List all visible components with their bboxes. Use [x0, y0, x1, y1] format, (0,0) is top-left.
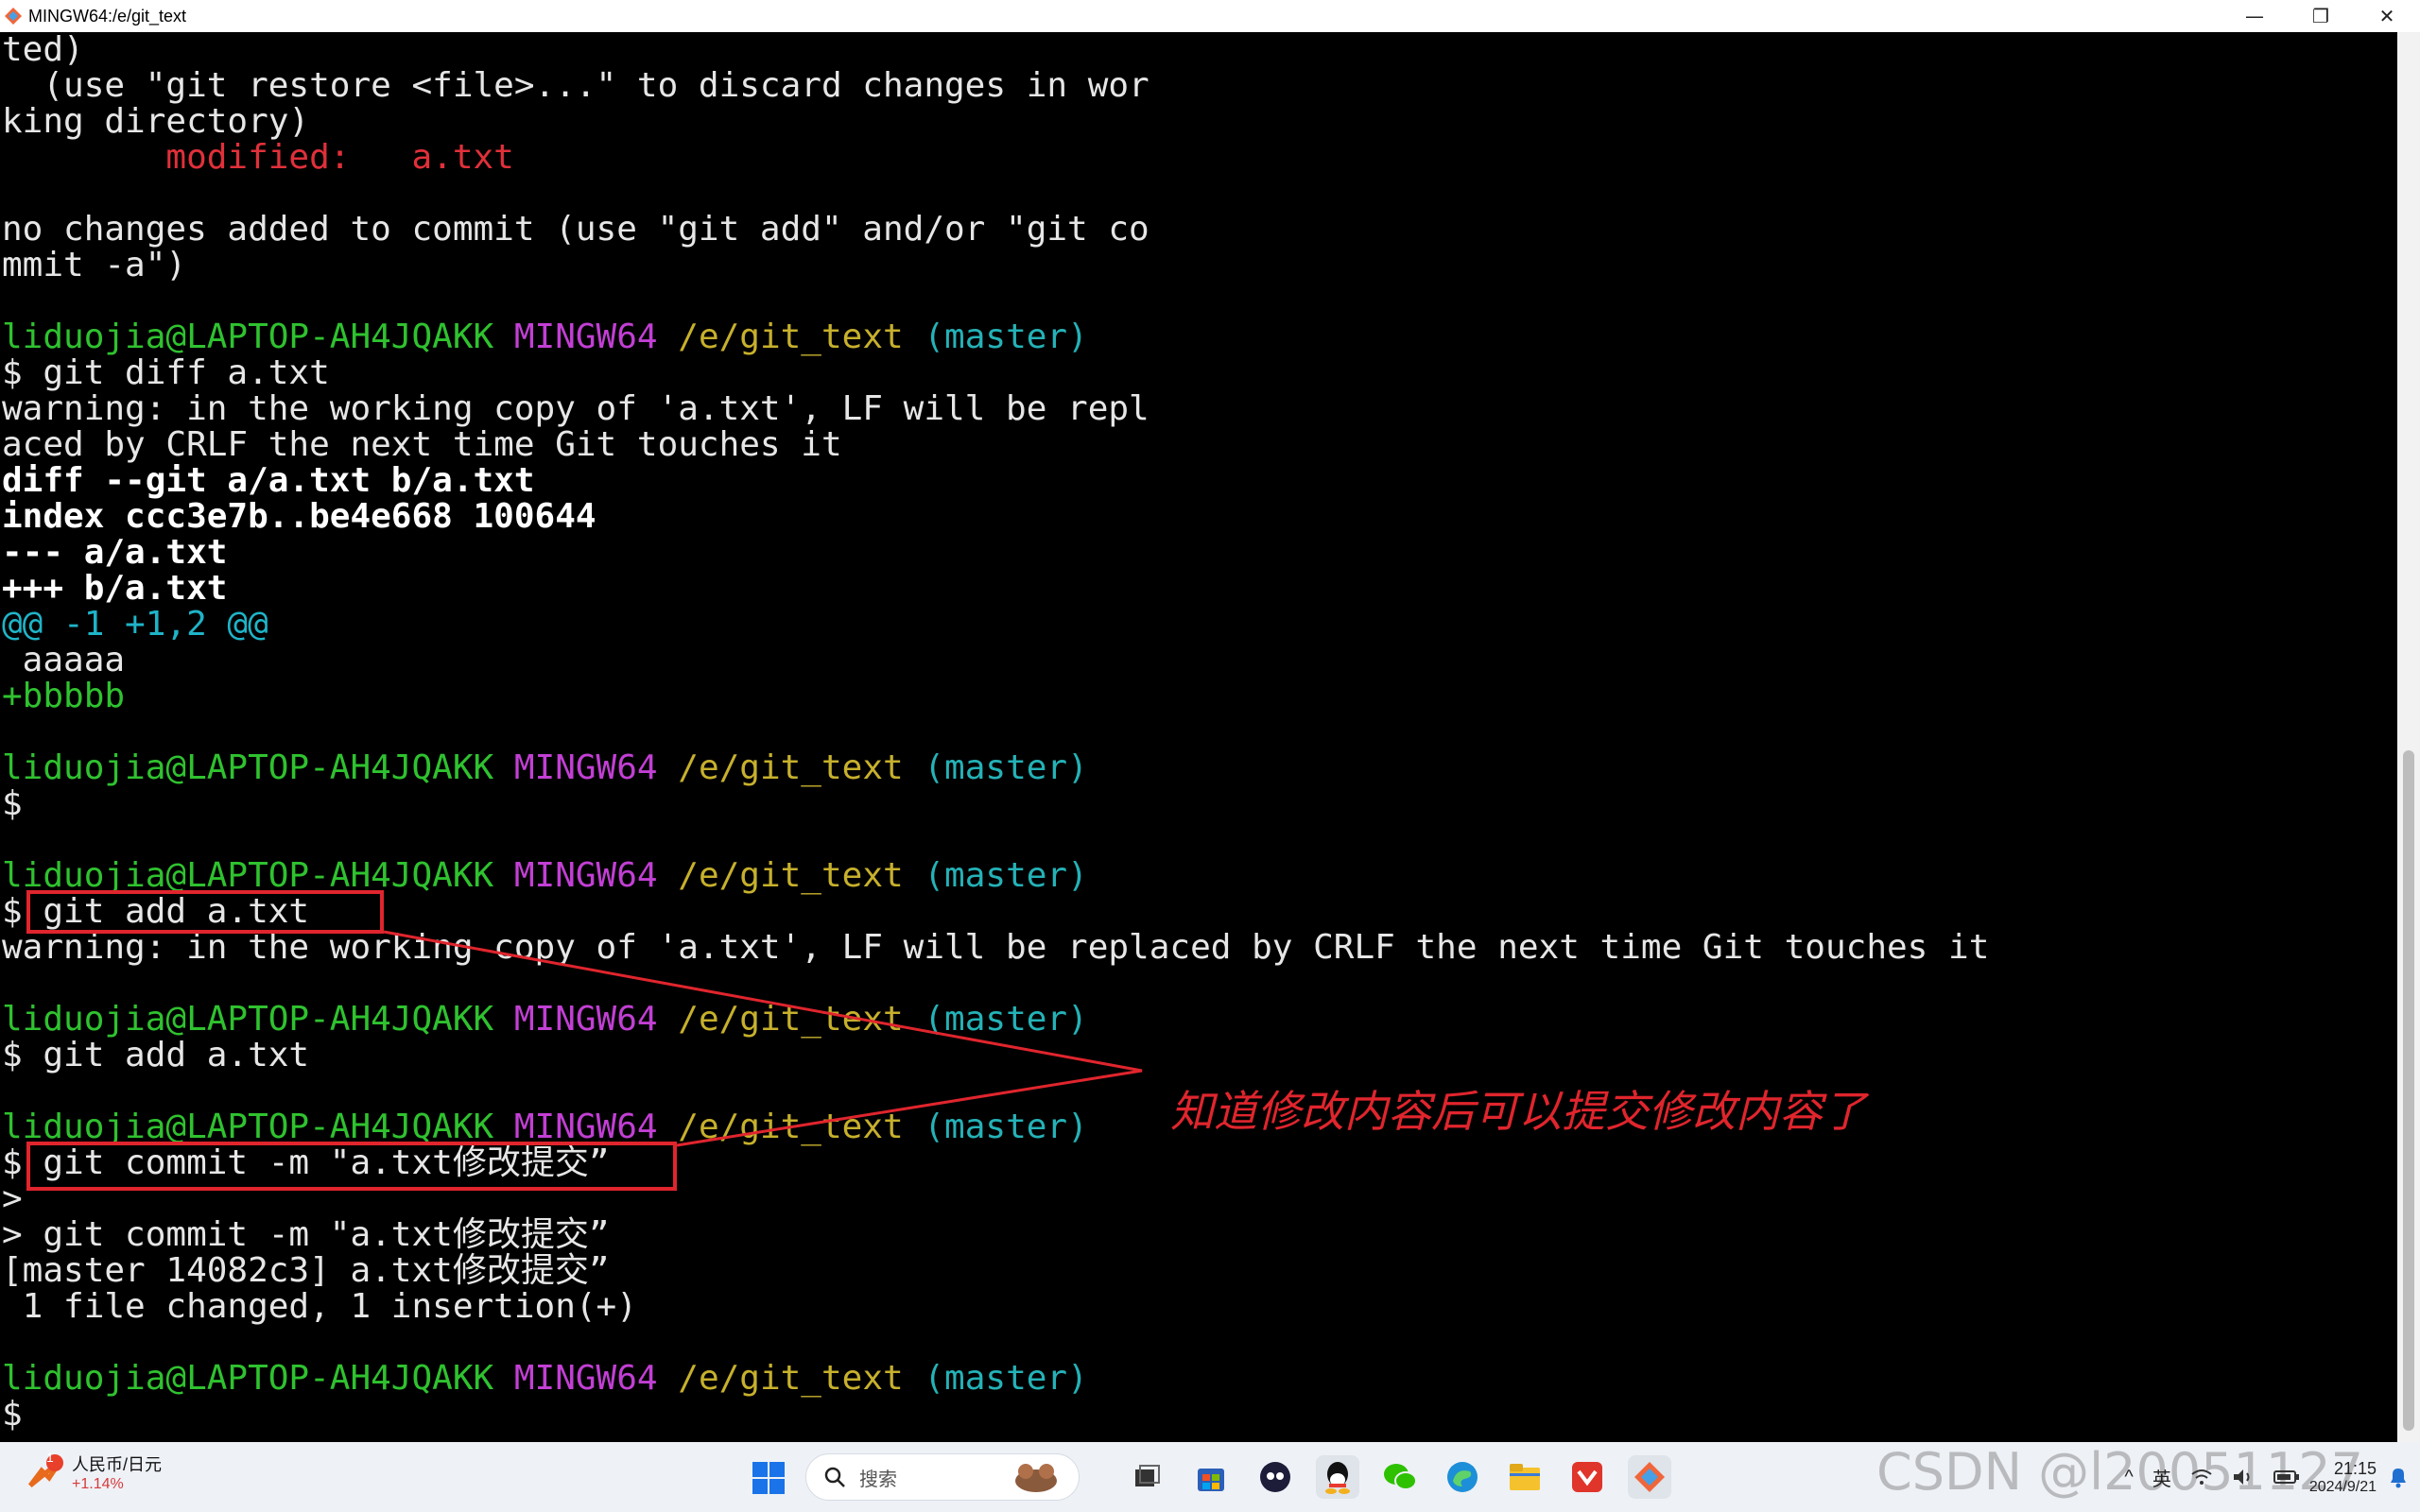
prompt-user: liduojia@LAPTOP-AH4JQAKK	[2, 856, 494, 895]
prompt-env: MINGW64	[513, 748, 658, 787]
diff-context-line: aaaaa	[2, 641, 126, 679]
output-line: (use "git restore <file>..." to discard …	[2, 66, 1150, 105]
system-clock[interactable]: 21:15 2024/9/21	[2309, 1459, 2377, 1496]
diff-header-line: diff --git a/a.txt b/a.txt	[2, 461, 535, 500]
diff-new-file-line: +++ b/a.txt	[2, 569, 228, 608]
annotation-note: 知道修改内容后可以提交修改内容了	[1170, 1086, 1866, 1137]
terminal-output[interactable]: ted) (use "git restore <file>..." to dis…	[0, 32, 2397, 1442]
battery-icon[interactable]	[2273, 1469, 2300, 1485]
search-icon	[824, 1467, 845, 1487]
taskbar: 1 人民币/日元 +1.14% 搜索 CSDN @l20051127 ^ 英 2…	[0, 1442, 2420, 1512]
task-view-icon[interactable]	[1125, 1455, 1168, 1499]
notification-badge: 1	[46, 1450, 54, 1465]
close-button[interactable]: ✕	[2354, 0, 2420, 32]
prompt-env: MINGW64	[513, 1359, 658, 1398]
currency-widget[interactable]: 1 人民币/日元 +1.14%	[26, 1450, 163, 1493]
prompt-path: /e/git_text	[678, 1359, 904, 1398]
scrollbar-thumb[interactable]	[2403, 750, 2414, 1431]
command-line: $	[2, 1395, 23, 1434]
clock-date: 2024/9/21	[2308, 1478, 2377, 1495]
prompt-user: liduojia@LAPTOP-AH4JQAKK	[2, 748, 494, 787]
volume-icon[interactable]	[2232, 1468, 2255, 1486]
currency-widget-icon: 1	[26, 1450, 64, 1491]
prompt-path: /e/git_text	[678, 856, 904, 895]
prompt-env: MINGW64	[513, 856, 658, 895]
prompt-branch: (master)	[924, 1359, 1088, 1398]
output-line: aced by CRLF the next time Git touches i…	[2, 425, 842, 464]
notification-bell-icon[interactable]	[2386, 1465, 2411, 1489]
commit-stats-line: 1 file changed, 1 insertion(+)	[2, 1287, 637, 1326]
prompt-line: liduojia@LAPTOP-AH4JQAKK MINGW64 /e/git_…	[2, 1109, 1088, 1145]
prompt-line: liduojia@LAPTOP-AH4JQAKK MINGW64 /e/git_…	[2, 1361, 1088, 1397]
prompt-env: MINGW64	[513, 318, 658, 356]
commit-result-line: [master 14082c3] a.txt修改提交”	[2, 1251, 610, 1290]
output-line: king directory)	[2, 102, 310, 141]
continuation-line: > git commit -m "a.txt修改提交”	[2, 1215, 610, 1254]
prompt-branch: (master)	[924, 1000, 1088, 1039]
output-line: warning: in the working copy of 'a.txt',…	[2, 928, 1990, 967]
modified-file-line: modified: a.txt	[2, 138, 514, 177]
prompt-user: liduojia@LAPTOP-AH4JQAKK	[2, 1359, 494, 1398]
prompt-path: /e/git_text	[678, 318, 904, 356]
prompt-path: /e/git_text	[678, 1108, 904, 1146]
git-bash-icon	[5, 8, 22, 25]
prompt-user: liduojia@LAPTOP-AH4JQAKK	[2, 1000, 494, 1039]
windows-start-icon[interactable]	[752, 1461, 786, 1495]
scrollbar[interactable]	[2397, 32, 2420, 1442]
search-highlight-bear-icon	[1015, 1464, 1057, 1492]
widget-change: +1.14%	[72, 1476, 124, 1492]
restore-button[interactable]: ❐	[2288, 0, 2354, 32]
search-placeholder: 搜索	[859, 1469, 897, 1490]
edge-browser-icon[interactable]	[1441, 1455, 1484, 1499]
wps-office-icon[interactable]	[1565, 1455, 1609, 1499]
wifi-icon[interactable]	[2190, 1468, 2213, 1486]
microsoft-store-icon[interactable]	[1189, 1455, 1233, 1499]
prompt-line: liduojia@LAPTOP-AH4JQAKK MINGW64 /e/git_…	[2, 750, 1088, 786]
bot-app-icon[interactable]	[1253, 1455, 1297, 1499]
file-explorer-icon[interactable]	[1503, 1455, 1547, 1499]
prompt-path: /e/git_text	[678, 1000, 904, 1039]
qq-icon[interactable]	[1316, 1455, 1359, 1499]
clock-time: 21:15	[2333, 1458, 2377, 1478]
diff-hunk-line: @@ -1 +1,2 @@	[2, 605, 268, 644]
prompt-user: liduojia@LAPTOP-AH4JQAKK	[2, 1108, 494, 1146]
prompt-line: liduojia@LAPTOP-AH4JQAKK MINGW64 /e/git_…	[2, 1002, 1088, 1038]
command-line: $ git add a.txt	[2, 1036, 310, 1074]
minimize-button[interactable]: —	[2221, 0, 2288, 32]
tray-overflow-chevron-icon[interactable]: ^	[2124, 1467, 2133, 1488]
highlight-box-git-commit	[26, 1142, 677, 1191]
diff-old-file-line: --- a/a.txt	[2, 533, 228, 572]
diff-index-line: index ccc3e7b..be4e668 100644	[2, 497, 596, 536]
command-line: $ git diff a.txt	[2, 353, 330, 392]
prompt-branch: (master)	[924, 748, 1088, 787]
command-line: $	[2, 784, 23, 823]
title-bar: MINGW64:/e/git_text — ❐ ✕	[0, 0, 2420, 32]
prompt-path: /e/git_text	[678, 748, 904, 787]
prompt-line: liduojia@LAPTOP-AH4JQAKK MINGW64 /e/git_…	[2, 319, 1088, 355]
prompt-env: MINGW64	[513, 1000, 658, 1039]
widget-title: 人民币/日元	[72, 1455, 163, 1474]
taskbar-search[interactable]: 搜索	[805, 1453, 1080, 1501]
diff-added-line: +bbbbb	[2, 677, 126, 715]
wechat-icon[interactable]	[1378, 1455, 1422, 1499]
system-tray: ^ 英 21:15 2024/9/21	[2115, 1442, 2411, 1512]
prompt-line: liduojia@LAPTOP-AH4JQAKK MINGW64 /e/git_…	[2, 858, 1088, 894]
prompt-branch: (master)	[924, 856, 1088, 895]
prompt-branch: (master)	[924, 318, 1088, 356]
prompt-env: MINGW64	[513, 1108, 658, 1146]
git-gui-icon[interactable]	[1628, 1455, 1671, 1499]
prompt-branch: (master)	[924, 1108, 1088, 1146]
continuation-line: >	[2, 1179, 23, 1218]
highlight-box-git-add	[26, 890, 384, 934]
output-line: no changes added to commit (use "git add…	[2, 210, 1150, 249]
input-method-indicator[interactable]: 英	[2152, 1464, 2171, 1491]
window-title: MINGW64:/e/git_text	[28, 6, 187, 26]
output-line: warning: in the working copy of 'a.txt',…	[2, 389, 1150, 428]
prompt-user: liduojia@LAPTOP-AH4JQAKK	[2, 318, 494, 356]
output-line: ted)	[2, 32, 84, 69]
output-line: mmit -a")	[2, 246, 187, 284]
